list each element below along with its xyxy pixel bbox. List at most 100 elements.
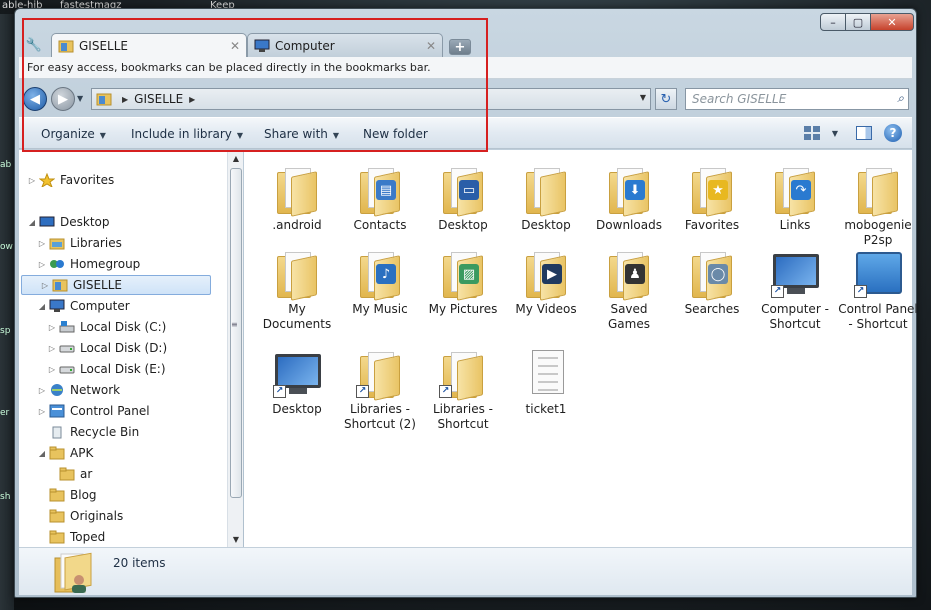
file-item[interactable]: ♪ My Music: [339, 248, 421, 317]
expand-arrow-icon[interactable]: ▷: [27, 176, 37, 185]
folder-badge-icon: ♪: [376, 264, 396, 284]
nav-item[interactable]: Blog: [19, 485, 211, 505]
nav-item-label: Local Disk (D:): [80, 341, 168, 355]
file-item[interactable]: ticket1: [505, 348, 587, 417]
tab-label: GISELLE: [79, 38, 128, 53]
expand-arrow-icon[interactable]: ▷: [47, 344, 57, 353]
expand-arrow-icon[interactable]: ◢: [37, 302, 47, 311]
nav-item[interactable]: ▷ Local Disk (C:): [19, 317, 211, 337]
expand-arrow-icon[interactable]: ▷: [37, 386, 47, 395]
file-item[interactable]: .android: [256, 164, 338, 233]
nav-item[interactable]: ▷ Libraries: [19, 233, 211, 253]
new-tab-button[interactable]: +: [449, 39, 471, 55]
navigation-scrollbar[interactable]: ▲ ≡ ▼: [227, 150, 243, 547]
tab-close-icon[interactable]: ✕: [230, 39, 240, 53]
nav-item[interactable]: ▷ Local Disk (D:): [19, 338, 211, 358]
file-item[interactable]: ▭ Desktop: [422, 164, 504, 233]
nav-item-label: Local Disk (E:): [80, 362, 166, 376]
nav-item[interactable]: ar: [19, 464, 211, 484]
new-folder-button[interactable]: New folder: [363, 127, 428, 141]
file-item[interactable]: mobogenie P2sp: [837, 164, 919, 248]
expand-arrow-icon[interactable]: ▷: [37, 239, 47, 248]
expand-arrow-icon[interactable]: ▷: [47, 365, 57, 374]
nav-item[interactable]: ◢ Desktop: [19, 212, 211, 232]
nav-item[interactable]: ▷ Network: [19, 380, 211, 400]
refresh-button[interactable]: ↻: [655, 88, 677, 110]
file-item[interactable]: ★ Favorites: [671, 164, 753, 233]
file-item[interactable]: ◯ Searches: [671, 248, 753, 317]
expand-arrow-icon[interactable]: ▷: [47, 323, 57, 332]
breadcrumb-item[interactable]: GISELLE: [134, 92, 183, 106]
drive-icon: [59, 345, 75, 353]
file-icon: ♪: [354, 248, 406, 301]
tab-giselle[interactable]: GISELLE ✕: [51, 33, 247, 57]
expand-arrow-icon[interactable]: ▷: [37, 260, 47, 269]
bookmarks-bar: For easy access, bookmarks can be placed…: [19, 57, 912, 79]
nav-item[interactable]: Originals: [19, 506, 211, 526]
nav-item[interactable]: ▷ Control Panel: [19, 401, 211, 421]
breadcrumb-separator-icon[interactable]: ▶: [122, 95, 128, 104]
nav-item[interactable]: ▷ Local Disk (E:): [19, 359, 211, 379]
file-item[interactable]: ▨ My Pictures: [422, 248, 504, 317]
address-dropdown-icon[interactable]: ▼: [640, 93, 646, 102]
back-button[interactable]: ◀: [23, 87, 47, 111]
expand-arrow-icon[interactable]: ▷: [40, 281, 50, 290]
desktop-text: ab: [0, 160, 12, 170]
file-item[interactable]: ▶ My Videos: [505, 248, 587, 317]
scroll-down-icon[interactable]: ▼: [228, 531, 244, 547]
nav-item-label: Network: [70, 383, 121, 397]
nav-item[interactable]: ◢ Computer: [19, 296, 211, 316]
file-label: Favorites: [684, 218, 740, 232]
tab-close-icon[interactable]: ✕: [426, 39, 436, 53]
shortcut-arrow-icon: ↗: [356, 385, 369, 398]
change-view-button[interactable]: ▼: [803, 126, 838, 140]
file-item[interactable]: ↗ Desktop: [256, 348, 338, 417]
file-item[interactable]: ♟ Saved Games: [588, 248, 670, 332]
file-item[interactable]: ▤ Contacts: [339, 164, 421, 233]
file-label: mobogenie P2sp: [844, 218, 912, 247]
file-item[interactable]: ↷ Links: [754, 164, 836, 233]
maximize-button[interactable]: ▢: [845, 13, 871, 31]
address-bar[interactable]: ▶ GISELLE ▶ ▼: [91, 88, 651, 110]
scroll-up-icon[interactable]: ▲: [228, 150, 244, 166]
nav-item[interactable]: Recycle Bin: [19, 422, 211, 442]
folder-badge-icon: ▶: [542, 264, 562, 284]
wrench-icon[interactable]: 🔧: [23, 35, 45, 55]
file-item[interactable]: My Documents: [256, 248, 338, 332]
include-in-library-button[interactable]: Include in library ▼: [131, 127, 243, 141]
folder-icon: [49, 509, 65, 523]
scroll-grip-icon: ≡: [231, 320, 238, 329]
nav-item[interactable]: ▷ GISELLE: [21, 275, 211, 295]
preview-pane-icon[interactable]: [856, 126, 872, 140]
folder-icon: [858, 168, 898, 217]
libraries-icon: [49, 238, 65, 250]
search-icon[interactable]: ⌕: [897, 91, 904, 106]
organize-button[interactable]: Organize ▼: [41, 127, 106, 141]
nav-item[interactable]: ▷ Favorites: [19, 170, 211, 190]
expand-arrow-icon[interactable]: ▷: [37, 407, 47, 416]
search-input[interactable]: Search GISELLE ⌕: [685, 88, 909, 110]
file-item[interactable]: ↗ Libraries - Shortcut: [422, 348, 504, 432]
nav-item[interactable]: Toped: [19, 527, 211, 547]
share-with-button[interactable]: Share with ▼: [264, 127, 339, 141]
file-item[interactable]: ↗ Computer - Shortcut: [754, 248, 836, 332]
help-icon[interactable]: ?: [884, 124, 902, 142]
forward-button[interactable]: ▶: [51, 87, 75, 111]
breadcrumb-separator-icon[interactable]: ▶: [189, 95, 195, 104]
nav-item[interactable]: ◢ APK: [19, 443, 211, 463]
nav-item[interactable]: ▷ Homegroup: [19, 254, 211, 274]
file-item[interactable]: Desktop: [505, 164, 587, 233]
file-item[interactable]: ⬇ Downloads: [588, 164, 670, 233]
file-icon: ↗: [769, 248, 821, 300]
expand-arrow-icon[interactable]: ◢: [27, 218, 37, 227]
file-item[interactable]: ↗ Libraries - Shortcut (2): [339, 348, 421, 432]
close-button[interactable]: ✕: [870, 13, 914, 31]
expand-arrow-icon[interactable]: ◢: [37, 449, 47, 458]
recent-pages-dropdown[interactable]: ▼: [77, 94, 83, 103]
minimize-button[interactable]: –: [820, 13, 846, 31]
search-placeholder: Search GISELLE: [692, 92, 787, 106]
giselle-folder-icon: [58, 40, 74, 52]
file-item[interactable]: ↗ Control Panel - Shortcut: [837, 248, 919, 332]
scroll-thumb[interactable]: [230, 168, 242, 498]
tab-computer[interactable]: Computer ✕: [247, 33, 443, 57]
